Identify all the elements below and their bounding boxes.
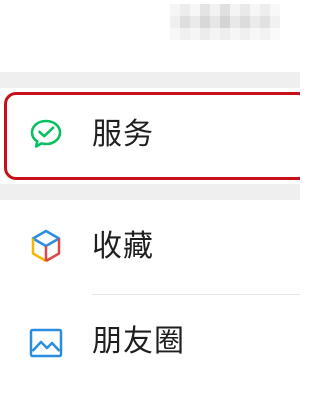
section-gap [0, 72, 300, 88]
favorites-cube-icon [27, 227, 65, 265]
moments-image-icon [27, 324, 65, 362]
me-page: 服务 收藏 朋友圈 [0, 0, 300, 400]
highlight-box [4, 92, 300, 180]
menu-item-favorites[interactable]: 收藏 [0, 200, 300, 294]
menu-item-label: 收藏 [92, 229, 154, 264]
section-gap [0, 184, 300, 200]
profile-header [0, 0, 300, 72]
menu-item-label: 朋友圈 [92, 324, 185, 359]
menu-item-moments[interactable]: 朋友圈 [0, 295, 300, 389]
blurred-profile-text [170, 4, 280, 40]
